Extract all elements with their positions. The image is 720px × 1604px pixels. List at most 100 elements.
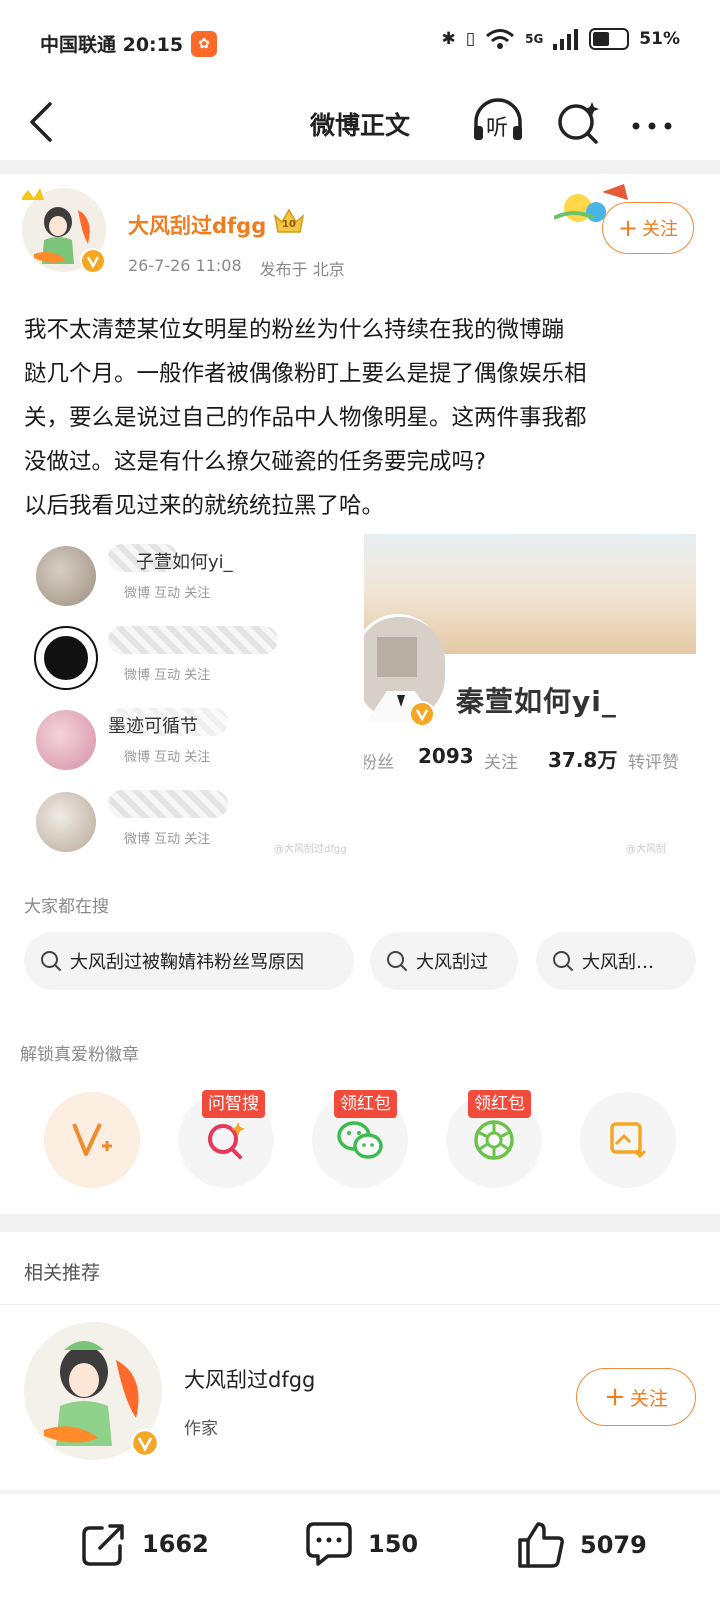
recommend-heading: 相关推荐 — [24, 1262, 101, 1284]
divider — [0, 1214, 720, 1232]
fan-avatar — [36, 792, 96, 852]
like-count: 5079 — [580, 1531, 647, 1559]
network-type: 5G — [525, 32, 544, 46]
blur-mask — [108, 626, 278, 654]
listen-label: 听 — [486, 116, 509, 141]
status-bar: 中国联通 20:15 ✿ ✱ ▯ 5G 51% — [0, 0, 720, 88]
author-avatar[interactable] — [20, 188, 106, 274]
search-pill[interactable]: 大风刮过被鞠婧祎粉丝骂原因 — [24, 932, 354, 990]
repost-button[interactable]: 1662 — [80, 1520, 209, 1568]
watermark: @大风刮 — [626, 844, 666, 855]
comment-count: 150 — [368, 1530, 419, 1558]
page-title: 微博正文 — [309, 111, 410, 140]
redpacket-tag: 领红包 — [468, 1090, 531, 1118]
comment-button[interactable]: 150 — [304, 1520, 418, 1568]
search-pill[interactable]: 大风刮过 — [370, 932, 518, 990]
status-right: ✱ ▯ 5G 51% — [441, 28, 680, 50]
plus-icon: + — [604, 1382, 626, 1412]
post-line: 关，要么是说过自己的作品中人物像明星。这两件事我都 — [24, 405, 587, 431]
verified-badge-icon — [80, 248, 106, 274]
post-image-2[interactable]: 秦萱如何yi_ 粉丝 2093 关注 37.8万 转评赞 @大风刮 — [364, 534, 696, 862]
fan-sub: 微博 互动 关注 — [124, 668, 211, 683]
moments-icon — [474, 1120, 514, 1160]
nav-bar: 微博正文 听 — [0, 88, 720, 160]
verified-badge-icon — [409, 701, 435, 727]
v-plus-icon — [72, 1123, 112, 1156]
profile-name: 秦萱如何yi_ — [456, 685, 617, 718]
search-icon — [387, 951, 407, 971]
vibrate-icon: ▯ — [465, 29, 476, 49]
battery-icon — [589, 28, 630, 50]
verified-badge-icon — [130, 1428, 160, 1458]
fan-row: 子萱如何yi_ 微博 互动 关注 — [36, 534, 346, 616]
signal-icon — [553, 29, 579, 50]
follow-label: 关注 — [642, 219, 679, 240]
app-notification-icon: ✿ — [191, 30, 218, 57]
divider — [0, 160, 720, 174]
post-body: 我不太清楚某位女明星的粉丝为什么持续在我的微博蹦 跶几个月。一般作者被偶像粉盯上… — [24, 308, 700, 528]
wechat-icon — [337, 1121, 383, 1159]
fan-row: 墨迹可循节 微博 互动 关注 — [36, 698, 346, 780]
listen-button[interactable]: 听 — [470, 96, 526, 148]
recommend-name[interactable]: 大风刮过dfgg — [184, 1364, 315, 1394]
search-heading: 大家都在搜 — [24, 897, 109, 917]
follow-button[interactable]: + 关注 — [602, 202, 694, 254]
post-location: 发布于 北京 — [259, 260, 345, 279]
level-badge: 10 — [272, 206, 306, 238]
search-pill-label: 大风刮过被鞠婧祎粉丝骂原因 — [70, 952, 304, 973]
fan-name: 子萱如何yi_ — [136, 552, 233, 573]
wifi-icon — [486, 29, 515, 49]
stat-following-label: 关注 — [484, 753, 518, 773]
repost-count: 1662 — [142, 1530, 209, 1558]
comment-icon — [306, 1522, 352, 1566]
fan-badge-button[interactable] — [44, 1092, 140, 1188]
post-line: 我不太清楚某位女明星的粉丝为什么持续在我的微博蹦 — [24, 317, 565, 343]
fan-avatar — [34, 626, 98, 690]
fan-sub: 微博 互动 关注 — [124, 750, 211, 765]
save-image-button[interactable] — [580, 1092, 676, 1188]
more-icon[interactable] — [626, 96, 682, 148]
ai-search-icon — [208, 1122, 245, 1159]
post-image-1[interactable]: 子萱如何yi_ 微博 互动 关注 微博 互动 关注 墨迹可循节 微博 互动 关注… — [24, 534, 354, 862]
profile-avatar — [364, 614, 445, 727]
blur-mask — [108, 790, 228, 818]
repost-icon — [82, 1524, 124, 1566]
search-pill-label: 大风刮过 — [416, 952, 488, 973]
recommend-follow-button[interactable]: + 关注 — [576, 1368, 696, 1426]
stat-fans-label: 粉丝 — [364, 753, 394, 773]
fan-sub: 微博 互动 关注 — [124, 832, 211, 847]
ai-search-tag: 问智搜 — [202, 1090, 265, 1118]
search-icon — [553, 951, 573, 971]
post-line: 跶几个月。一般作者被偶像粉盯上要么是提了偶像娱乐相 — [24, 361, 587, 387]
post-meta: 26-7-26 11:08 发布于 北京 — [128, 256, 345, 280]
bluetooth-icon: ✱ — [441, 29, 456, 49]
stat-likes-value: 37.8万 — [548, 748, 618, 772]
watermark: @大风刮过dfgg — [274, 844, 347, 855]
search-icon[interactable] — [552, 96, 608, 148]
fan-sub: 微博 互动 关注 — [124, 586, 211, 601]
like-button[interactable]: 5079 — [516, 1520, 647, 1570]
post-line: 以后我看见过来的就统统拉黑了哈。 — [24, 493, 385, 519]
redpacket-tag: 领红包 — [334, 1090, 397, 1118]
author-name[interactable]: 大风刮过dfgg — [128, 210, 266, 240]
battery-text: 51% — [639, 29, 680, 49]
recommend-avatar[interactable] — [24, 1322, 162, 1460]
badges-heading: 解锁真爱粉徽章 — [20, 1045, 139, 1065]
recommend-desc: 作家 — [184, 1419, 218, 1439]
save-image-icon — [610, 1122, 647, 1159]
fan-avatar — [36, 546, 96, 606]
status-left: 中国联通 20:15 ✿ — [40, 30, 218, 57]
fan-name: 墨迹可循节 — [108, 716, 198, 737]
stat-likes-label: 转评赞 — [628, 753, 679, 773]
follow-label: 关注 — [629, 1387, 668, 1410]
search-pill[interactable]: 大风刮… — [536, 932, 696, 990]
divider — [0, 1304, 720, 1305]
level-number: 10 — [282, 219, 296, 230]
search-icon — [41, 951, 61, 971]
fan-avatar — [36, 710, 96, 770]
stat-following-value: 2093 — [418, 744, 474, 768]
divider — [0, 1490, 720, 1494]
post-line: 没做过。这是有什么撩欠碰瓷的任务要完成吗? — [24, 449, 486, 475]
fan-row: 微博 互动 关注 — [34, 616, 346, 698]
carrier-time: 中国联通 20:15 — [40, 34, 184, 56]
